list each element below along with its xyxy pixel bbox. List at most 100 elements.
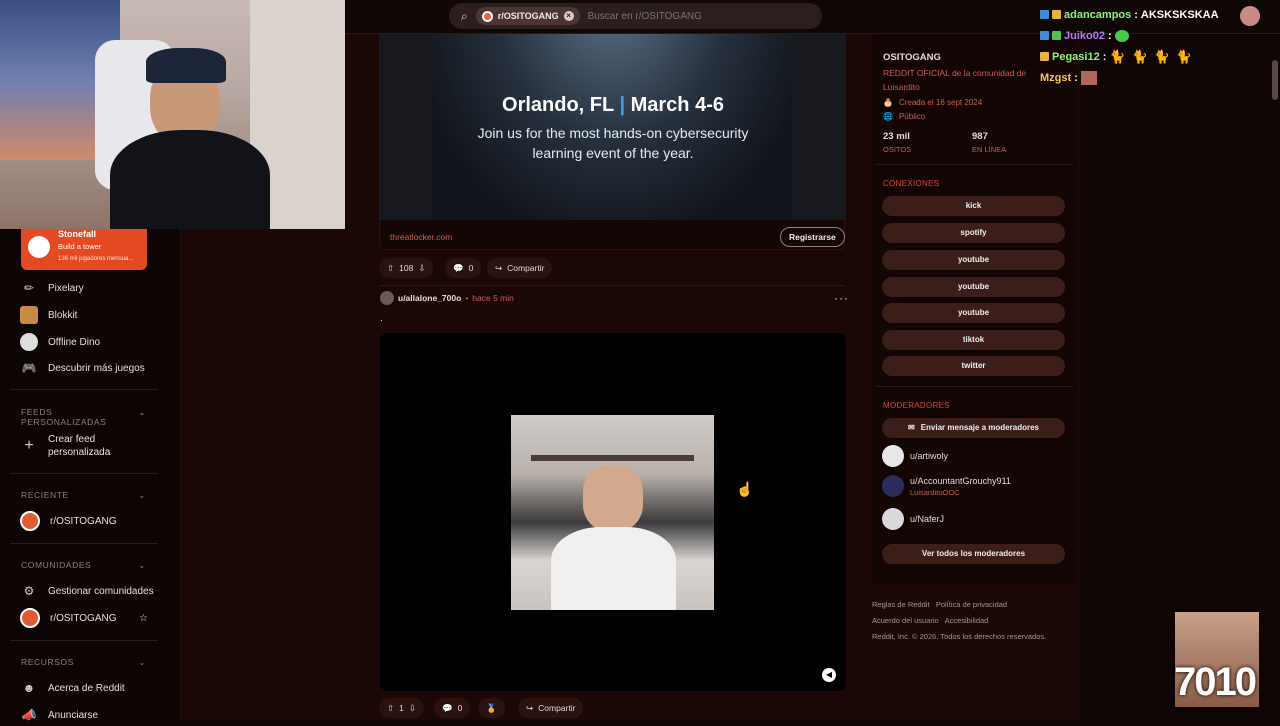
connection-youtube-2[interactable]: youtube: [882, 277, 1065, 297]
community-icon: [481, 10, 493, 22]
ad-vote-group: ⇧ 108 ⇩: [379, 258, 434, 278]
search-bar[interactable]: ⌕ r/OSITOGANG ×: [449, 3, 822, 29]
post-body: .: [380, 313, 383, 324]
ad-comments-button[interactable]: 💬 0: [445, 258, 482, 278]
connection-kick[interactable]: kick: [882, 196, 1065, 216]
panel-divider: [876, 164, 1073, 165]
community-filter-chip[interactable]: r/OSITOGANG ×: [475, 7, 580, 25]
chat-username: Pegasi12: [1052, 50, 1100, 63]
avatar: [1240, 6, 1260, 26]
moderator-item[interactable]: u/NaferJ: [882, 508, 944, 530]
sidebar-item-pixelary[interactable]: ✏ Pixelary: [20, 277, 84, 299]
panel-divider: [876, 386, 1073, 387]
resources-header[interactable]: RECURSOS ⌄: [21, 657, 146, 668]
ad-card[interactable]: Orlando, FL | March 4-6 Join us for the …: [379, 0, 846, 250]
chat-message: adancampos: AKSKSKSKAA: [1040, 4, 1272, 26]
connection-spotify[interactable]: spotify: [882, 223, 1065, 243]
game-subtitle: Build a tower: [58, 242, 102, 251]
view-all-moderators-button[interactable]: Ver todos los moderadores: [882, 544, 1065, 564]
blokkit-icon: [20, 306, 38, 324]
vote-count: 1: [399, 703, 404, 713]
badge-icon: [1040, 52, 1049, 61]
online-count: 987: [972, 131, 988, 142]
moderator-name: u/artiwoly: [910, 451, 949, 461]
close-icon[interactable]: ×: [563, 11, 574, 21]
share-icon: ↪: [526, 702, 534, 713]
upvote-icon[interactable]: ⇧: [387, 263, 394, 274]
award-button[interactable]: 🏅: [478, 698, 505, 718]
search-input[interactable]: [587, 10, 808, 22]
share-label: Compartir: [507, 263, 545, 273]
post-more-icon[interactable]: ···: [834, 291, 849, 305]
connection-youtube-3[interactable]: youtube: [882, 303, 1065, 323]
emote-icon: [1114, 29, 1129, 42]
webcam-cap: [146, 48, 226, 83]
feeds-header[interactable]: FEEDS PERSONALIZADAS ⌄: [21, 407, 146, 427]
globe-icon: 🌐: [883, 112, 893, 121]
avatar: [882, 445, 904, 467]
ad-domain-link[interactable]: threatlocker.com: [390, 232, 452, 242]
privacy-link[interactable]: Política de privacidad: [936, 600, 1007, 609]
footer: Reglas de Reddit Política de privacidad …: [872, 597, 1072, 645]
comment-count: 0: [468, 263, 474, 273]
game-title: Stonefall: [58, 229, 97, 239]
moderator-item[interactable]: u/artiwoly: [882, 445, 948, 467]
emote-icon: [1080, 70, 1097, 85]
post-comments-button[interactable]: 💬 0: [434, 698, 471, 718]
copyright: Reddit, Inc. © 2026. Todos los derechos …: [872, 632, 1047, 641]
communities-header[interactable]: COMUNIDADES ⌄: [21, 560, 146, 571]
online-label: EN LÍNEA: [972, 145, 1007, 154]
downvote-icon[interactable]: ⇩: [418, 263, 425, 274]
members-label: OSITOS: [883, 145, 912, 154]
badge-icon: [1040, 31, 1049, 40]
rules-link[interactable]: Reglas de Reddit: [872, 600, 930, 609]
moderator-item[interactable]: u/AccountantGrouchy911 LuisarditoOOC: [882, 475, 1011, 497]
star-icon[interactable]: ☆: [139, 613, 148, 624]
manage-communities-button[interactable]: ⚙ Gestionar comunidades: [20, 580, 154, 602]
create-feed-button[interactable]: + Crear feed personalizada: [20, 433, 118, 459]
sidebar-item-recent-ositogang[interactable]: r/OSITOGANG: [20, 510, 117, 532]
community-name: OSITOGANG: [883, 52, 941, 63]
post-author[interactable]: u/allalone_700o: [398, 293, 461, 303]
post-vote-group: ⇧ 1 ⇩: [379, 698, 424, 718]
stream-chat-overlay: adancampos: AKSKSKSKAA Juiko02: Pegasi12…: [1040, 4, 1272, 96]
scrollbar-thumb[interactable]: [1272, 60, 1278, 100]
downvote-icon[interactable]: ⇩: [409, 703, 416, 714]
author-avatar[interactable]: [380, 291, 394, 305]
webcam-shirt: [110, 130, 270, 229]
members-count: 23 mil: [883, 131, 910, 142]
post-divider: [379, 285, 845, 286]
divider: [10, 389, 158, 390]
pencil-icon: ✏: [23, 281, 35, 295]
sidebar-item-discover-games[interactable]: 🎮 Descubrir más juegos: [20, 357, 145, 379]
sidebar-item-community-ositogang[interactable]: r/OSITOGANG ☆: [20, 607, 148, 629]
post-share-button[interactable]: ↪ Compartir: [518, 698, 584, 718]
register-button[interactable]: Registrarse: [780, 227, 845, 247]
chat-message: Mzgst:: [1040, 67, 1272, 88]
connection-twitter[interactable]: twitter: [882, 356, 1065, 376]
sidebar-item-about-reddit[interactable]: ☻ Acerca de Reddit: [20, 677, 125, 699]
avatar: [882, 475, 904, 497]
connection-tiktok[interactable]: tiktok: [882, 330, 1065, 350]
connection-youtube-1[interactable]: youtube: [882, 250, 1065, 270]
game-card-stonefall[interactable]: Stonefall Build a tower 136 mil jugadore…: [21, 227, 147, 270]
vote-count: 108: [399, 263, 414, 273]
ad-share-button[interactable]: ↪ Compartir: [487, 258, 553, 278]
community-info-card: OSITOGANG REDDIT OFICIAL de la comunidad…: [872, 34, 1077, 584]
sidebar-item-blokkit[interactable]: Blokkit: [20, 304, 77, 326]
moderators-header: MODERADORES: [883, 401, 950, 410]
gamepad-icon: 🎮: [21, 361, 37, 375]
chat-message: Juiko02:: [1040, 25, 1272, 46]
recent-header[interactable]: RECIENTE ⌄: [21, 490, 146, 501]
sidebar-item-advertise[interactable]: 📣 Anunciarse: [20, 704, 99, 726]
badge-icon: [1052, 10, 1061, 19]
accessibility-link[interactable]: Accesibilidad: [945, 616, 989, 625]
chevron-down-icon: ⌄: [138, 490, 146, 500]
volume-icon[interactable]: ◀: [822, 668, 836, 682]
reddit-icon: ☻: [22, 681, 36, 695]
message-mods-button[interactable]: ✉ Enviar mensaje a moderadores: [882, 418, 1065, 438]
upvote-icon[interactable]: ⇧: [387, 703, 394, 714]
sidebar-item-offline-dino[interactable]: Offline Dino: [20, 331, 100, 353]
user-agreement-link[interactable]: Acuerdo del usuario: [872, 616, 939, 625]
post-video[interactable]: ◀: [380, 333, 846, 691]
